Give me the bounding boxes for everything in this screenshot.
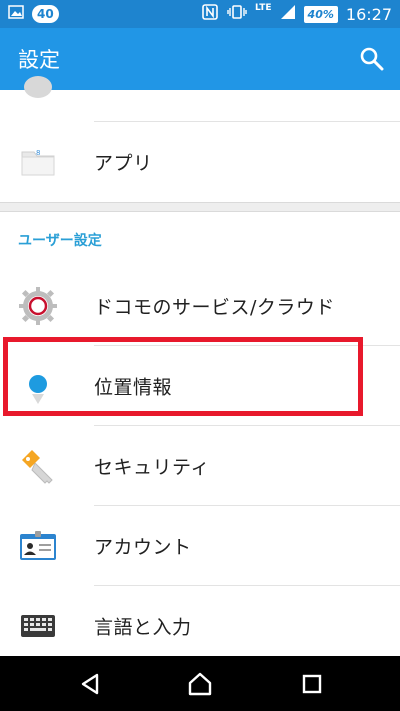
nfc-icon (201, 3, 219, 25)
list-item-security[interactable]: セキュリティ (0, 426, 400, 506)
status-bar: 40 LTE 40% 16:27 (0, 0, 400, 28)
section-divider (0, 202, 400, 212)
list-item-docomo-services[interactable]: ドコモのサービス/クラウド (0, 266, 400, 346)
network-type: LTE (255, 3, 272, 13)
highlight-annotation (3, 337, 363, 416)
signal-icon (280, 4, 296, 24)
notification-count-badge: 40 (32, 4, 59, 23)
apps-folder-icon: 8 (18, 142, 58, 182)
vibrate-icon (227, 4, 247, 24)
list-item-partial[interactable] (0, 76, 400, 122)
list-item-label: アカウント (94, 536, 192, 559)
home-icon (188, 672, 212, 696)
section-title: ユーザー設定 (18, 233, 102, 249)
page-title: 設定 (18, 48, 60, 72)
list-item-label: アプリ (94, 152, 153, 175)
device-settings-card: 8 アプリ (0, 76, 400, 202)
partial-item-icon (24, 76, 52, 98)
action-bar: 設定 (0, 28, 400, 90)
id-card-icon (18, 526, 58, 566)
docomo-gear-icon (18, 286, 58, 326)
list-item-accounts[interactable]: アカウント (0, 506, 400, 586)
keyboard-icon (18, 606, 58, 646)
search-button[interactable] (358, 45, 386, 73)
battery-indicator: 40% (303, 5, 338, 23)
list-item-label: 言語と入力 (94, 616, 192, 639)
list-item-language-input[interactable]: 言語と入力 (0, 586, 400, 666)
key-icon (18, 446, 58, 486)
svg-text:8: 8 (36, 149, 40, 157)
section-header: ユーザー設定 (0, 212, 400, 266)
recent-apps-button[interactable] (298, 670, 326, 698)
list-item-apps[interactable]: 8 アプリ (0, 122, 400, 202)
list-item-label: ドコモのサービス/クラウド (94, 296, 335, 319)
list-item-label: セキュリティ (94, 456, 210, 479)
user-settings-card: ユーザー設定 ドコモのサービス/クラウド 位置情報 セキュリティ アカウント 言… (0, 212, 400, 666)
home-button[interactable] (186, 670, 214, 698)
back-button[interactable] (76, 670, 104, 698)
back-icon (81, 673, 99, 695)
recent-apps-icon (302, 674, 322, 694)
clock: 16:27 (345, 4, 392, 24)
navigation-bar (0, 656, 400, 711)
image-notification-icon (8, 4, 24, 23)
search-icon (360, 47, 384, 71)
